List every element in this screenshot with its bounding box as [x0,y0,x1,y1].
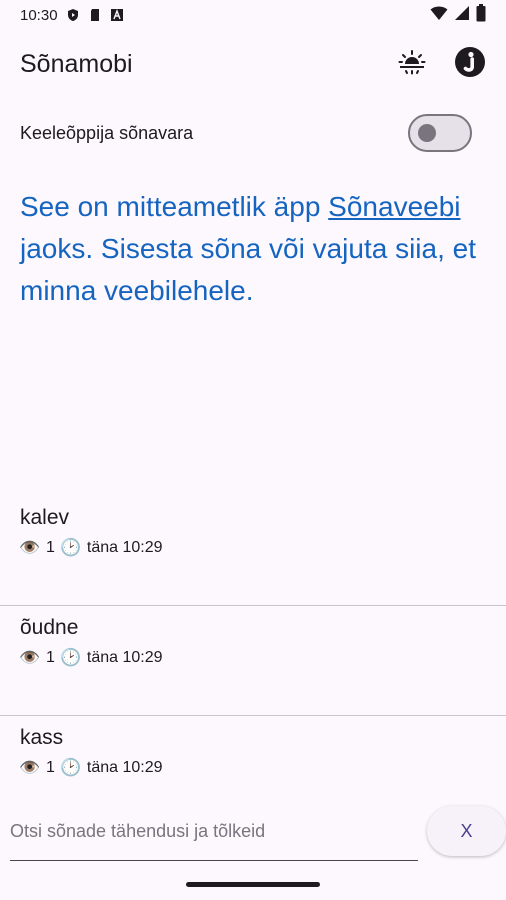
history-meta: 👁️ 1 🕑 täna 10:29 [19,538,486,558]
brightness-icon [398,48,426,81]
history-meta: 👁️ 1 🕑 täna 10:29 [19,758,486,778]
list-item[interactable]: õudne 👁️ 1 🕑 täna 10:29 [0,606,506,715]
font-a-icon [110,8,124,22]
history-meta: 👁️ 1 🕑 täna 10:29 [19,648,486,668]
view-count: 1 [46,649,55,666]
intro-text[interactable]: See on mitteametlik äpp Sõnaveebi jaoks.… [20,186,490,312]
status-bar: 10:30 [0,0,506,30]
learner-vocabulary-row: Keeleõppija sõnavara [20,112,472,154]
eye-icon: 👁️ [19,758,41,777]
learner-vocabulary-switch[interactable] [408,114,472,152]
wifi-icon [430,5,448,25]
learner-vocabulary-label: Keeleõppija sõnavara [20,122,194,143]
info-button[interactable] [454,46,486,83]
last-viewed: täna 10:29 [86,649,163,666]
status-time: 10:30 [20,6,58,24]
search-row: X [10,802,506,862]
clock-icon: 🕑 [60,758,82,777]
clear-button[interactable]: X [427,806,506,856]
app-bar: Sõnamobi [0,36,506,92]
info-circle-icon [454,46,486,83]
view-count: 1 [46,539,55,556]
intro-part2: jaoks. Sisesta sõna või vajuta siia, et … [20,233,477,306]
last-viewed: täna 10:29 [86,539,163,556]
switch-thumb [418,124,436,142]
history-word: kass [20,726,64,749]
intro-part1: See on mitteametlik äpp [20,191,329,222]
clock-icon: 🕑 [60,538,82,557]
list-item[interactable]: kalev 👁️ 1 🕑 täna 10:29 [0,496,506,605]
shield-play-icon [66,8,80,22]
history-word: õudne [20,616,79,639]
search-input[interactable] [10,803,418,861]
history-list: kalev 👁️ 1 🕑 täna 10:29 õudne 👁️ 1 🕑 tän… [0,496,506,825]
navigation-handle[interactable] [186,882,320,887]
clock-icon: 🕑 [60,648,82,667]
eye-icon: 👁️ [19,648,41,667]
brightness-button[interactable] [396,48,428,80]
signal-icon [454,5,470,25]
sonaveeb-link[interactable]: Sõnaveebi [328,191,460,222]
status-left: 10:30 [20,7,124,24]
eye-icon: 👁️ [19,538,41,557]
sd-card-icon [88,8,102,22]
battery-icon [476,4,486,26]
app-title: Sõnamobi [20,49,133,78]
view-count: 1 [46,759,55,776]
history-word: kalev [20,506,70,529]
last-viewed: täna 10:29 [86,759,163,776]
status-right [430,4,486,26]
app-actions [396,46,486,83]
